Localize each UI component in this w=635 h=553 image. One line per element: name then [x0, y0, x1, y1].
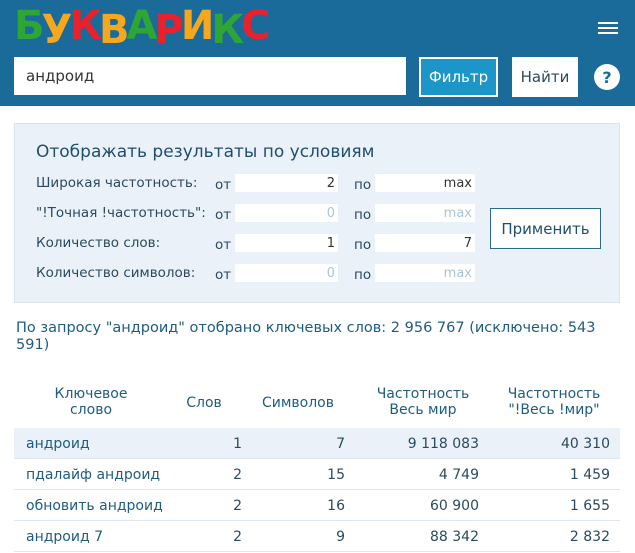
logo-letter: И	[180, 3, 215, 49]
keyword-link[interactable]: пдалайф андроид	[26, 467, 160, 483]
exact-frequency-cell: 2 832	[569, 529, 610, 545]
table-header: Ключевое слово Слов Символов Частотность…	[14, 386, 620, 426]
char-count-max-input[interactable]	[375, 264, 475, 282]
logo-letter: В	[99, 7, 129, 53]
char-count-cell: 16	[327, 498, 345, 514]
filter-to-label: по	[354, 207, 372, 223]
char-count-cell: 7	[336, 436, 345, 452]
filter-to-label: по	[354, 267, 372, 283]
column-header-keyword[interactable]: Ключевое слово	[26, 386, 156, 418]
keyword-link[interactable]: обновить андроид	[26, 498, 163, 514]
char-count-cell: 9	[336, 529, 345, 545]
filter-from-label: от	[215, 207, 232, 223]
logo-letter: К	[69, 3, 102, 49]
column-header-frequency-line1: Частотность	[376, 386, 470, 402]
filter-panel-title: Отображать результаты по условиям	[36, 142, 375, 162]
table-row: андроид 7 2 9 88 342 2 832	[14, 521, 620, 552]
apply-button[interactable]: Применить	[490, 208, 601, 249]
char-count-min-input[interactable]	[235, 264, 338, 282]
filter-from-label: от	[215, 177, 232, 193]
keyword-link[interactable]: андроид	[26, 436, 90, 452]
word-count-max-input[interactable]	[375, 234, 475, 252]
column-header-frequency-line2: Весь мир	[389, 402, 457, 418]
broad-frequency-max-input[interactable]	[375, 174, 475, 192]
filter-label-broad-frequency: Широкая частотность:	[36, 175, 198, 191]
table-row: обновить андроид 2 16 60 900 1 655	[14, 490, 620, 521]
menu-icon[interactable]	[598, 20, 618, 36]
column-header-words[interactable]: Слов	[182, 386, 226, 411]
exact-frequency-cell: 1 655	[569, 498, 610, 514]
frequency-cell: 4 749	[438, 467, 479, 483]
frequency-cell: 9 118 083	[407, 436, 479, 452]
find-button[interactable]: Найти	[512, 57, 578, 97]
word-count-cell: 2	[233, 498, 242, 514]
logo-letter: К	[211, 7, 244, 53]
filter-from-label: от	[215, 237, 232, 253]
filter-label-word-count: Количество слов:	[36, 235, 161, 251]
bukvariks-logo[interactable]: БУКВАРИКС	[14, 3, 270, 53]
frequency-cell: 60 900	[430, 498, 479, 514]
help-icon[interactable]: ?	[594, 64, 620, 90]
column-header-words-label: Слов	[186, 395, 222, 411]
column-header-keyword-line2: слово	[69, 402, 113, 418]
exact-frequency-cell: 1 459	[569, 467, 610, 483]
filter-panel: Отображать результаты по условиям Широка…	[14, 123, 620, 303]
word-count-cell: 2	[233, 529, 242, 545]
filter-from-label: от	[215, 267, 232, 283]
table-row: андроид 1 7 9 118 083 40 310	[14, 428, 620, 459]
search-input[interactable]	[14, 57, 406, 95]
broad-frequency-min-input[interactable]	[235, 174, 338, 192]
column-header-keyword-line1: Ключевое	[54, 386, 128, 402]
column-header-frequency[interactable]: Частотность Весь мир	[365, 386, 481, 418]
word-count-min-input[interactable]	[235, 234, 338, 252]
filter-to-label: по	[354, 177, 372, 193]
filter-button[interactable]: Фильтр	[419, 57, 498, 97]
word-count-cell: 1	[233, 436, 242, 452]
logo-letter: А	[126, 3, 158, 49]
char-count-cell: 15	[327, 467, 345, 483]
column-header-exact-frequency-line1: Частотность	[507, 386, 601, 402]
logo-letter: Б	[14, 3, 44, 49]
filter-to-label: по	[354, 237, 372, 253]
column-header-exact-frequency[interactable]: Частотность "!Весь !мир"	[496, 386, 612, 418]
exact-frequency-max-input[interactable]	[375, 204, 475, 222]
column-header-chars-label: Символов	[261, 395, 335, 411]
logo-letter: С	[241, 3, 270, 49]
table-row: пдалайф андроид 2 15 4 749 1 459	[14, 459, 620, 490]
results-summary: По запросу "андроид" отобрано ключевых с…	[16, 320, 596, 353]
exact-frequency-min-input[interactable]	[235, 204, 338, 222]
site-header: БУКВАРИКС Фильтр Найти ?	[0, 0, 635, 106]
word-count-cell: 2	[233, 467, 242, 483]
logo-letter: У	[41, 7, 73, 53]
column-header-exact-frequency-line2: "!Весь !мир"	[508, 402, 600, 418]
exact-frequency-cell: 40 310	[561, 436, 610, 452]
filter-label-char-count: Количество символов:	[36, 265, 196, 281]
keyword-link[interactable]: андроид 7	[26, 529, 103, 545]
frequency-cell: 88 342	[430, 529, 479, 545]
filter-label-exact-frequency: "!Точная !частотность":	[36, 205, 206, 221]
logo-letter: Р	[154, 7, 184, 53]
column-header-chars[interactable]: Символов	[252, 386, 344, 411]
